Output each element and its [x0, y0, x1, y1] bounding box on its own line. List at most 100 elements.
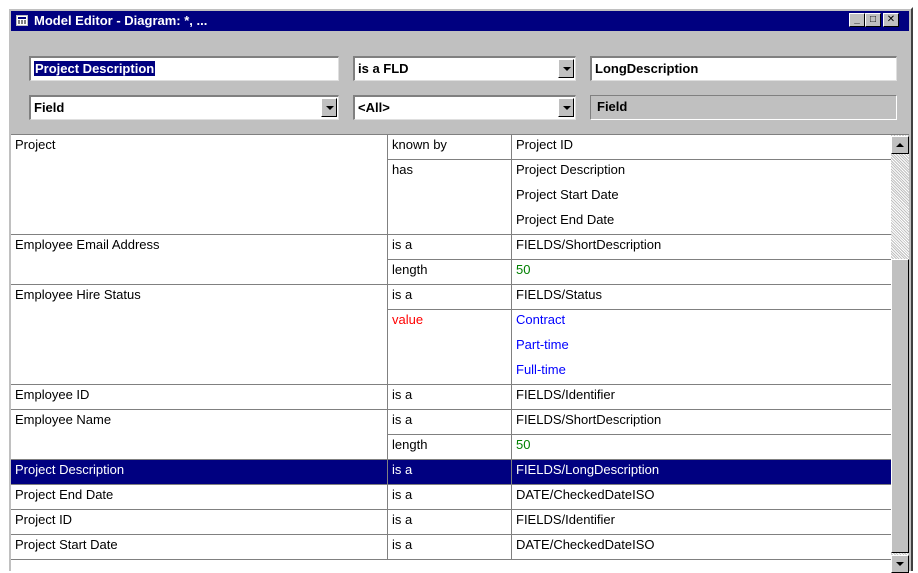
relation-cell[interactable]: is a: [387, 235, 511, 260]
entity-cell[interactable]: [11, 360, 387, 385]
entity-cell[interactable]: Project End Date: [11, 485, 387, 510]
target-cell[interactable]: 50: [511, 260, 891, 285]
target-cell[interactable]: FIELDS/Identifier: [511, 385, 891, 410]
window-title: Model Editor - Diagram: *, ...: [34, 13, 208, 28]
row-divider: [11, 284, 891, 285]
name-input-value: Project Description: [34, 61, 156, 76]
minimize-button[interactable]: _: [849, 13, 865, 27]
entity-cell[interactable]: [11, 210, 387, 235]
target-cell[interactable]: DATE/CheckedDateISO: [511, 535, 891, 560]
table-row[interactable]: Project known by Project ID: [11, 135, 891, 160]
entity-cell[interactable]: [11, 435, 387, 460]
row-divider: [11, 534, 891, 535]
row-divider: [11, 559, 891, 560]
row-divider: [387, 159, 891, 160]
arrow-down-icon[interactable]: [891, 555, 909, 573]
target-cell[interactable]: Part-time: [511, 335, 891, 360]
entity-cell[interactable]: [11, 185, 387, 210]
table-row[interactable]: Full-time: [11, 360, 891, 385]
table-row[interactable]: Employee Email Address is a FIELDS/ShortDe…: [11, 235, 891, 260]
table-row[interactable]: length 50: [11, 260, 891, 285]
relation-cell[interactable]: is a: [387, 485, 511, 510]
entity-cell[interactable]: [11, 260, 387, 285]
table-row[interactable]: Project End Date: [11, 210, 891, 235]
relation-cell[interactable]: [387, 360, 511, 385]
table-row[interactable]: Project Description is a FIELDS/LongDescri…: [11, 460, 891, 485]
chevron-down-icon[interactable]: [558, 59, 574, 78]
target-cell[interactable]: DATE/CheckedDateISO: [511, 485, 891, 510]
target-cell[interactable]: Contract: [511, 310, 891, 335]
relation-select-value: is a FLD: [358, 61, 409, 76]
relation-cell[interactable]: is a: [387, 410, 511, 435]
target-cell[interactable]: Project ID: [511, 135, 891, 160]
title-bar[interactable]: Model Editor - Diagram: *, ... _ □ ✕: [11, 11, 909, 31]
relation-cell[interactable]: [387, 185, 511, 210]
relation-cell[interactable]: [387, 210, 511, 235]
row-divider: [11, 509, 891, 510]
model-editor-window: Model Editor - Diagram: *, ... _ □ ✕ Pro…: [7, 7, 913, 573]
relations-grid: Project known by Project ID has Project Desc…: [11, 134, 909, 573]
table-row[interactable]: Project Start Date: [11, 185, 891, 210]
chevron-down-icon[interactable]: [321, 98, 337, 117]
maximize-button[interactable]: □: [865, 13, 881, 27]
target-cell[interactable]: Project Description: [511, 160, 891, 185]
entity-cell[interactable]: Employee Hire Status: [11, 285, 387, 310]
table-icon: [16, 15, 28, 26]
target-cell[interactable]: Project Start Date: [511, 185, 891, 210]
table-row[interactable]: Employee Name is a FIELDS/ShortDescription: [11, 410, 891, 435]
table-row[interactable]: value Contract: [11, 310, 891, 335]
table-row[interactable]: Employee Hire Status is a FIELDS/Status: [11, 285, 891, 310]
target-cell[interactable]: FIELDS/ShortDescription: [511, 410, 891, 435]
table-row[interactable]: has Project Description: [11, 160, 891, 185]
type-select-value: Field: [34, 100, 65, 115]
entity-cell[interactable]: [11, 160, 387, 185]
entity-cell[interactable]: Employee Name: [11, 410, 387, 435]
type-select[interactable]: Field: [29, 95, 339, 120]
relation-select[interactable]: is a FLD: [353, 56, 576, 81]
relation-cell[interactable]: length: [387, 260, 511, 285]
target-cell[interactable]: 50: [511, 435, 891, 460]
relation-cell[interactable]: has: [387, 160, 511, 185]
close-button[interactable]: ✕: [883, 13, 899, 27]
table-row[interactable]: Employee ID is a FIELDS/Identifier: [11, 385, 891, 410]
vertical-scrollbar[interactable]: [891, 135, 909, 573]
relation-cell[interactable]: is a: [387, 535, 511, 560]
target-cell[interactable]: Project End Date: [511, 210, 891, 235]
table-row[interactable]: Project End Date is a DATE/CheckedDateISO: [11, 485, 891, 510]
entity-cell[interactable]: [11, 335, 387, 360]
target-input[interactable]: LongDescription: [590, 56, 897, 81]
target-cell[interactable]: FIELDS/ShortDescription: [511, 235, 891, 260]
name-input[interactable]: Project Description: [29, 56, 339, 81]
relation-cell[interactable]: value: [387, 310, 511, 335]
entity-cell[interactable]: Employee Email Address: [11, 235, 387, 260]
chevron-down-icon[interactable]: [558, 98, 574, 117]
row-divider: [11, 459, 891, 460]
scroll-thumb[interactable]: [891, 259, 909, 553]
table-row[interactable]: Part-time: [11, 335, 891, 360]
row-divider: [11, 234, 891, 235]
relation-cell[interactable]: is a: [387, 285, 511, 310]
arrow-up-icon[interactable]: [891, 136, 909, 154]
entity-cell[interactable]: Employee ID: [11, 385, 387, 410]
entity-cell[interactable]: Project: [11, 135, 387, 160]
relation-cell[interactable]: is a: [387, 385, 511, 410]
filter-select-value: <All>: [358, 100, 390, 115]
entity-cell[interactable]: Project Description: [11, 460, 387, 485]
table-row[interactable]: Project Start Date is a DATE/CheckedDateIS…: [11, 535, 891, 560]
relation-cell[interactable]: [387, 335, 511, 360]
target-cell[interactable]: Full-time: [511, 360, 891, 385]
entity-cell[interactable]: [11, 310, 387, 335]
filter-select[interactable]: <All>: [353, 95, 576, 120]
entity-cell[interactable]: Project ID: [11, 510, 387, 535]
relation-cell[interactable]: length: [387, 435, 511, 460]
entity-cell[interactable]: Project Start Date: [11, 535, 387, 560]
relation-cell[interactable]: known by: [387, 135, 511, 160]
target-cell[interactable]: FIELDS/Identifier: [511, 510, 891, 535]
table-row[interactable]: Project ID is a FIELDS/Identifier: [11, 510, 891, 535]
row-divider: [11, 409, 891, 410]
target-cell[interactable]: FIELDS/Status: [511, 285, 891, 310]
relation-cell[interactable]: is a: [387, 460, 511, 485]
table-row[interactable]: length 50: [11, 435, 891, 460]
target-cell[interactable]: FIELDS/LongDescription: [511, 460, 891, 485]
relation-cell[interactable]: is a: [387, 510, 511, 535]
